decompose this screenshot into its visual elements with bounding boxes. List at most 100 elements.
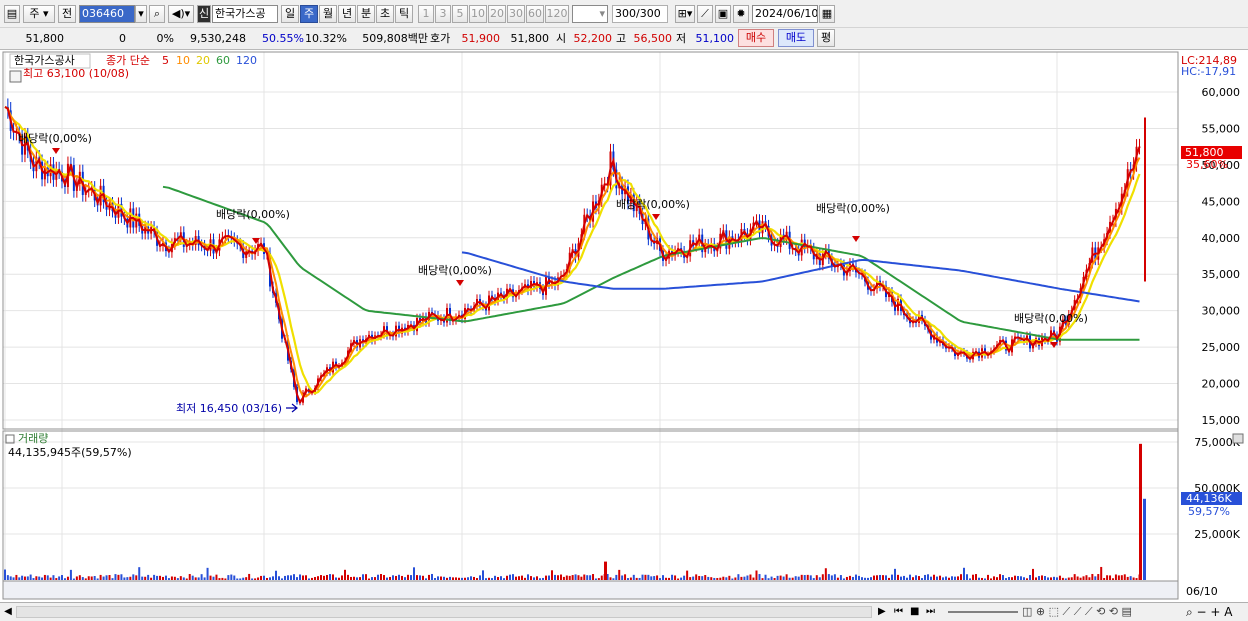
volume-bar: [755, 570, 758, 580]
volume-bar: [776, 575, 779, 580]
count-10[interactable]: 10: [469, 5, 487, 23]
volume-bar: [978, 577, 980, 580]
quote-amount: 509,808백만: [362, 32, 428, 45]
draw-tool-icon[interactable]: ⟋: [697, 5, 713, 23]
volume-bar: [341, 575, 343, 580]
volume-bar: [659, 578, 661, 580]
save-icon[interactable]: ▣: [715, 5, 731, 23]
volume-bar: [839, 575, 842, 580]
period-year[interactable]: 년: [338, 5, 356, 23]
stop-icon[interactable]: ■: [910, 605, 924, 619]
period-day[interactable]: 일: [281, 5, 299, 23]
volume-bar: [4, 569, 6, 580]
volume-title: 거래량: [18, 432, 48, 445]
price-chart-svg[interactable]: 60,00055,00050,00045,00040,00035,00030,0…: [0, 50, 1248, 602]
stock-code-input[interactable]: 036460: [79, 5, 135, 23]
first-page-icon[interactable]: ⏮: [894, 605, 908, 619]
volume-bar: [788, 577, 791, 580]
grid-toggle-icon[interactable]: [9, 70, 22, 83]
volume-bar: [1094, 576, 1097, 580]
volume-bar: [473, 576, 475, 580]
volume-bar: [120, 574, 123, 580]
volume-bar: [1047, 577, 1049, 580]
volume-bar: [621, 575, 624, 580]
volume-bar: [515, 576, 517, 580]
volume-bar: [215, 574, 218, 580]
custom-count-select[interactable]: ▾: [572, 5, 608, 23]
count-1[interactable]: 1: [418, 5, 434, 23]
period-type-select[interactable]: 주 ▾: [23, 5, 55, 23]
sell-button[interactable]: 매도: [778, 29, 814, 47]
volume-bar: [455, 577, 457, 580]
period-second[interactable]: 초: [376, 5, 394, 23]
volume-bar: [888, 577, 890, 580]
code-dropdown-icon[interactable]: ▾: [135, 5, 147, 23]
prev-button[interactable]: 전: [58, 5, 76, 23]
volume-bar: [785, 574, 788, 580]
volume-bar: [533, 577, 535, 580]
gear-icon[interactable]: ✹: [733, 5, 749, 23]
period-tick[interactable]: 틱: [395, 5, 413, 23]
volume-bar: [574, 574, 577, 580]
volume-bar: [626, 578, 629, 580]
bar-count-field[interactable]: 300/300: [612, 5, 668, 23]
volume-bar: [924, 574, 926, 580]
volume-bar: [996, 577, 998, 580]
date-input[interactable]: 2024/06/10: [752, 5, 818, 23]
volume-bar: [332, 574, 334, 580]
volume-bar: [206, 567, 209, 580]
horizontal-scrollbar[interactable]: [16, 606, 872, 618]
zoom-slider[interactable]: [948, 611, 1018, 613]
volume-bar: [416, 575, 418, 580]
volume-bar: [571, 575, 574, 580]
search-icon[interactable]: ⌕: [149, 5, 165, 23]
count-3[interactable]: 3: [435, 5, 451, 23]
volume-bar: [782, 576, 785, 580]
window-menu-icon[interactable]: ▤: [4, 5, 20, 23]
volume-bar: [185, 578, 188, 580]
count-30[interactable]: 30: [507, 5, 525, 23]
volume-bar: [612, 578, 615, 580]
count-20[interactable]: 20: [488, 5, 506, 23]
volume-bar: [443, 576, 445, 580]
volume-bar: [803, 575, 806, 580]
chart-type-icon[interactable]: ⊞▾: [675, 5, 695, 23]
volume-bar: [26, 576, 29, 580]
period-minute[interactable]: 분: [357, 5, 375, 23]
volume-bar: [81, 577, 84, 580]
count-120[interactable]: 120: [545, 5, 569, 23]
volume-bar: [1120, 575, 1123, 580]
volume-bar: [464, 577, 466, 580]
last-page-icon[interactable]: ⏭: [926, 605, 940, 619]
period-month[interactable]: 월: [319, 5, 337, 23]
buy-button[interactable]: 매수: [738, 29, 774, 47]
drawing-tools-icons[interactable]: ◫ ⊕ ⬚ ⟋ ⟋ ⟋ ⟲ ⟲ ▤: [1022, 604, 1168, 620]
volume-bar: [227, 575, 230, 580]
speaker-icon[interactable]: ◀)▾: [168, 5, 194, 23]
chart-area[interactable]: 60,000 55,000 50,000 45,000 40,000 35,000 30,0…: [0, 50, 1248, 602]
count-5[interactable]: 5: [452, 5, 468, 23]
scroll-right-icon[interactable]: ▶: [878, 605, 890, 619]
volume-bar: [41, 577, 44, 580]
even-button[interactable]: 평: [817, 29, 835, 47]
volume-bar: [864, 577, 866, 580]
zoom-controls[interactable]: ⌕ − + A: [1186, 604, 1246, 620]
volume-bar: [900, 576, 902, 580]
volume-bar: [1117, 575, 1120, 580]
volume-tag: 44,136K: [1186, 492, 1232, 505]
volume-bar: [851, 576, 854, 580]
volume-bar: [861, 577, 863, 580]
volume-bar: [1038, 576, 1040, 580]
calendar-icon[interactable]: ▦: [819, 5, 835, 23]
scroll-left-icon[interactable]: ◀: [2, 605, 14, 619]
volume-bar: [894, 568, 896, 580]
dividend-arrow: [52, 148, 60, 154]
volume-bar: [470, 576, 472, 580]
volume-bar: [75, 576, 78, 580]
volume-close-icon[interactable]: [1232, 433, 1244, 444]
quote-price: 51,800: [25, 32, 65, 45]
volume-bar: [1008, 577, 1010, 580]
count-60[interactable]: 60: [526, 5, 544, 23]
volume-bar: [827, 574, 830, 580]
period-week[interactable]: 주: [300, 5, 318, 23]
